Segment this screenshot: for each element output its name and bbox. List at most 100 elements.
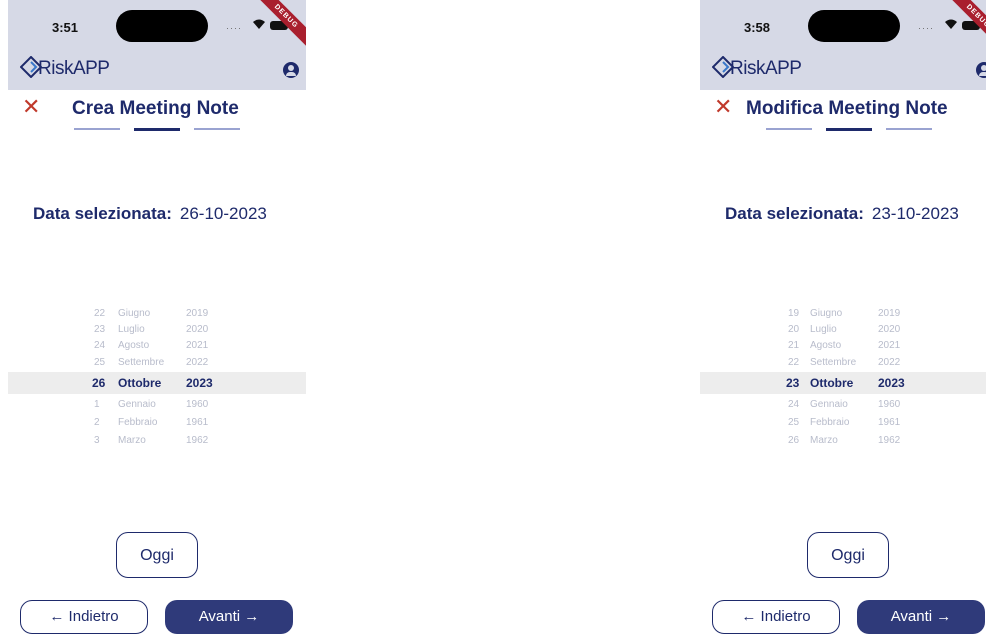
picker-month: Settembre	[810, 357, 857, 368]
picker-year: 2021	[186, 340, 209, 351]
wifi-icon	[945, 19, 957, 29]
app-name: RiskAPP	[38, 58, 110, 79]
app-name: RiskAPP	[730, 58, 802, 79]
selected-date-label: Data selezionata:	[33, 204, 172, 223]
picker-row[interactable]: 2 Febbraio 1961	[8, 413, 306, 433]
picker-month: Ottobre	[810, 376, 854, 390]
picker-day: 22	[788, 357, 800, 368]
picker-year: 2020	[878, 324, 901, 335]
picker-month: Agosto	[810, 340, 842, 351]
step-2-active	[134, 128, 180, 131]
picker-day: 26	[788, 435, 800, 446]
app-bar: 3:51 ···· DEBUG RiskAPP	[8, 0, 306, 90]
picker-row-selected[interactable]: 23 Ottobre 2023	[700, 373, 986, 393]
selected-date-label: Data selezionata:	[725, 204, 864, 223]
back-button[interactable]: ← Indietro	[712, 600, 840, 634]
picker-day: 3	[94, 435, 100, 446]
picker-day: 22	[94, 308, 106, 319]
picker-month: Marzo	[810, 435, 838, 446]
picker-month: Gennaio	[810, 399, 848, 410]
picker-year: 2023	[878, 376, 905, 390]
picker-day: 2	[94, 417, 100, 428]
dynamic-island	[808, 10, 900, 42]
picker-day: 23	[94, 324, 106, 335]
picker-row[interactable]: 24 Gennaio 1960	[700, 395, 986, 415]
signal-icon: ····	[226, 23, 242, 33]
picker-year: 2020	[186, 324, 209, 335]
picker-row[interactable]: 22 Settembre 2022	[700, 353, 986, 373]
picker-year: 2022	[186, 357, 209, 368]
today-button[interactable]: Oggi	[116, 532, 198, 578]
dynamic-island	[116, 10, 208, 42]
picker-day: 23	[786, 376, 800, 390]
picker-row[interactable]: 25 Settembre 2022	[8, 353, 306, 373]
picker-month: Ottobre	[118, 376, 162, 390]
next-button[interactable]: Avanti →	[165, 600, 293, 634]
picker-month: Settembre	[118, 357, 165, 368]
picker-year: 2022	[878, 357, 901, 368]
picker-year: 2023	[186, 376, 213, 390]
picker-row[interactable]: 26 Marzo 1962	[700, 431, 986, 451]
date-picker-wheel[interactable]: 22 Giugno 2019 23 Luglio 2020 24 Agosto …	[8, 298, 306, 468]
wifi-icon	[253, 19, 265, 29]
step-indicator	[766, 128, 936, 131]
close-icon[interactable]: ✕	[22, 96, 40, 118]
picker-day: 25	[788, 417, 800, 428]
step-3	[194, 128, 240, 130]
picker-month: Gennaio	[118, 399, 156, 410]
picker-year: 1960	[878, 399, 901, 410]
picker-row-selected[interactable]: 26 Ottobre 2023	[8, 373, 306, 393]
picker-day: 25	[94, 357, 106, 368]
date-picker-wheel[interactable]: 19 Giugno 2019 20 Luglio 2020 21 Agosto …	[700, 298, 986, 468]
picker-day: 20	[788, 324, 800, 335]
picker-row[interactable]: 3 Marzo 1962	[8, 431, 306, 451]
step-indicator	[74, 128, 244, 131]
picker-year: 1960	[186, 399, 209, 410]
picker-month: Febbraio	[810, 417, 850, 428]
picker-year: 1962	[878, 435, 901, 446]
back-button[interactable]: ← Indietro	[20, 600, 148, 634]
account-icon[interactable]	[976, 62, 986, 78]
status-time: 3:58	[744, 20, 771, 35]
picker-month: Febbraio	[118, 417, 158, 428]
selected-date: Data selezionata: 26-10-2023	[33, 204, 267, 224]
picker-month: Luglio	[810, 324, 837, 335]
picker-year: 1961	[878, 417, 901, 428]
status-time: 3:51	[52, 20, 79, 35]
account-icon[interactable]	[283, 62, 299, 78]
picker-year: 2019	[186, 308, 209, 319]
page-title: Modifica Meeting Note	[746, 98, 948, 119]
picker-day: 24	[788, 399, 800, 410]
picker-day: 1	[94, 399, 100, 410]
selected-date-value: 26-10-2023	[179, 204, 267, 223]
picker-month: Giugno	[118, 308, 151, 319]
picker-day: 26	[92, 376, 106, 390]
picker-row[interactable]: 25 Febbraio 1961	[700, 413, 986, 433]
close-icon[interactable]: ✕	[714, 96, 732, 118]
picker-month: Giugno	[810, 308, 843, 319]
picker-year: 2019	[878, 308, 901, 319]
picker-day: 21	[788, 340, 800, 351]
phone-screen-create: 3:51 ···· DEBUG RiskAPP ✕ Crea Meeting N…	[8, 0, 306, 644]
step-2-active	[826, 128, 872, 131]
picker-month: Agosto	[118, 340, 150, 351]
step-1	[766, 128, 812, 130]
picker-day: 19	[788, 308, 800, 319]
step-1	[74, 128, 120, 130]
today-button[interactable]: Oggi	[807, 532, 889, 578]
signal-icon: ····	[918, 23, 934, 33]
picker-year: 1962	[186, 435, 209, 446]
step-3	[886, 128, 932, 130]
page-title: Crea Meeting Note	[72, 98, 239, 119]
phone-screen-edit: 3:58 ···· DEBUG RiskAPP ✕ Modifica Meeti…	[700, 0, 986, 644]
picker-month: Luglio	[118, 324, 145, 335]
picker-year: 1961	[186, 417, 209, 428]
picker-row[interactable]: 1 Gennaio 1960	[8, 395, 306, 415]
picker-month: Marzo	[118, 435, 146, 446]
picker-year: 2021	[878, 340, 901, 351]
next-button[interactable]: Avanti →	[857, 600, 985, 634]
app-bar: 3:58 ···· DEBUG RiskAPP	[700, 0, 986, 90]
selected-date-value: 23-10-2023	[871, 204, 959, 223]
picker-day: 24	[94, 340, 106, 351]
selected-date: Data selezionata: 23-10-2023	[725, 204, 959, 224]
